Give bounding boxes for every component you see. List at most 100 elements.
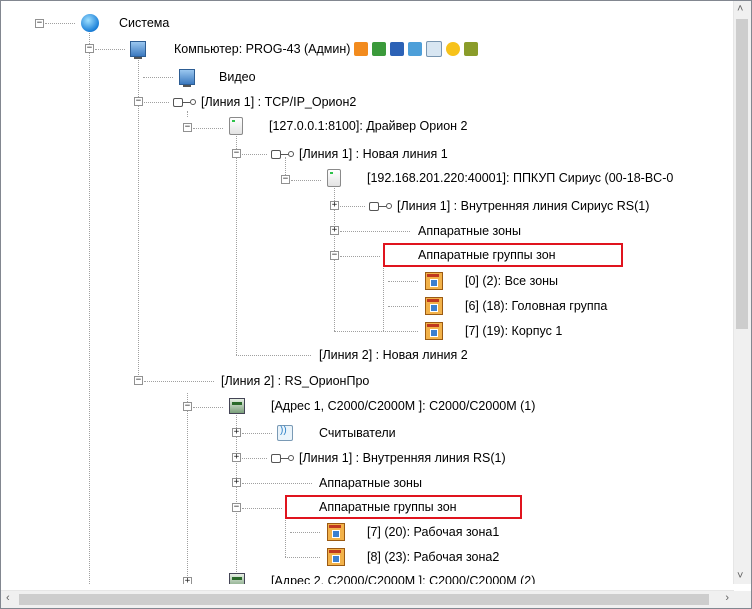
tree-connector <box>236 355 311 356</box>
node-label: [Линия 1] : TCP/IP_Орион2 <box>201 95 357 109</box>
node-label: Аппаратные зоны <box>319 476 422 490</box>
expand-toggle[interactable]: + <box>232 478 241 487</box>
tree-connector <box>236 131 237 355</box>
collapse-toggle[interactable]: − <box>183 123 192 132</box>
tree-node-hw-zones[interactable]: Аппаратные зоны <box>319 472 422 494</box>
tree-connector <box>340 231 410 232</box>
video-icon <box>179 69 195 87</box>
tree-connector <box>334 331 418 332</box>
scroll-right-arrow-icon[interactable]: › <box>725 592 729 604</box>
tree-connector <box>388 306 418 307</box>
node-label: [Линия 1] : Внутренняя линия RS(1) <box>299 451 506 465</box>
collapse-toggle[interactable]: − <box>232 149 241 158</box>
device-icon <box>229 117 243 135</box>
expand-toggle[interactable]: + <box>183 577 192 584</box>
tree-connector <box>193 128 223 129</box>
tree-node-hw-zone-groups[interactable]: Аппаратные группы зон <box>418 244 556 266</box>
zone-group-icon <box>425 272 443 290</box>
tree-connector <box>242 154 267 155</box>
monitor-tool-icon[interactable] <box>390 42 405 56</box>
collapse-toggle[interactable]: − <box>35 19 44 28</box>
hardware-tool-icon[interactable] <box>372 42 387 56</box>
scroll-up-arrow-icon[interactable]: ˄ <box>737 3 743 15</box>
globe-icon <box>81 14 99 32</box>
zone-group-icon <box>425 322 443 340</box>
tree-connector <box>193 407 223 408</box>
line-icon <box>173 97 196 107</box>
computer-icon <box>130 41 146 59</box>
tree-node-hw-zones[interactable]: Аппаратные зоны <box>418 220 521 242</box>
scroll-down-arrow-icon[interactable]: ˅ <box>737 570 743 582</box>
tree-connector <box>285 515 286 557</box>
document-tool-icon[interactable] <box>408 42 423 56</box>
tree-node-c2000-2[interactable]: [Адрес 2, С2000/С2000М ]: С2000/С2000М (… <box>229 570 535 584</box>
node-label: [6] (18): Головная группа <box>465 299 608 313</box>
control-panel-icon <box>229 573 245 584</box>
tree-node-video[interactable]: Видео <box>179 66 256 88</box>
line-icon <box>271 149 294 159</box>
collapse-toggle[interactable]: − <box>134 97 143 106</box>
tree-node-zone[interactable]: [7] (20): Рабочая зона1 <box>327 521 499 543</box>
horizontal-scroll-thumb[interactable] <box>19 594 709 605</box>
tree-node-c2000-1[interactable]: [Адрес 1, С2000/С2000М ]: С2000/С2000М (… <box>229 395 535 417</box>
tree-view[interactable]: − Система − Компьютер: PROG-43 (Админ) В… <box>1 1 734 584</box>
tree-node-ppkup-sirius[interactable]: [192.168.201.220:40001]: ППКУП Сириус (0… <box>327 167 673 189</box>
node-label: [Линия 1] : Новая линия 1 <box>299 147 448 161</box>
arrow-tool-icon[interactable] <box>354 42 369 56</box>
collapse-toggle[interactable]: − <box>232 503 241 512</box>
page-tool-icon[interactable] <box>426 41 443 57</box>
node-label: Аппаратные группы зон <box>418 248 556 262</box>
collapse-toggle[interactable]: − <box>85 44 94 53</box>
tree-connector <box>187 393 188 584</box>
line-icon <box>271 453 294 463</box>
collapse-toggle[interactable]: − <box>134 376 143 385</box>
cash-tool-icon[interactable] <box>464 42 479 56</box>
node-label: [192.168.201.220:40001]: ППКУП Сириус (0… <box>367 171 674 185</box>
tree-node-inner-line-rs[interactable]: [Линия 1] : Внутренняя линия RS(1) <box>271 447 506 469</box>
tree-node-zone-group[interactable]: [7] (19): Корпус 1 <box>425 320 562 342</box>
tree-node-zone-group[interactable]: [6] (18): Головная группа <box>425 295 607 317</box>
vertical-scrollbar[interactable]: ˄ ˅ <box>733 1 751 584</box>
tree-connector <box>383 263 384 331</box>
node-label: Компьютер: PROG-43 (Админ) <box>174 42 351 56</box>
expand-toggle[interactable]: + <box>232 453 241 462</box>
control-panel-icon <box>229 398 245 414</box>
zone-group-icon <box>327 548 345 566</box>
tree-node-line1-tcpip[interactable]: [Линия 1] : TCP/IP_Орион2 <box>173 91 356 113</box>
tree-connector <box>144 381 214 382</box>
node-label: [Линия 1] : Внутренняя линия Сириус RS(1… <box>397 199 650 213</box>
tree-connector <box>144 102 169 103</box>
tree-node-inner-line-sirius[interactable]: [Линия 1] : Внутренняя линия Сириус RS(1… <box>369 195 649 217</box>
vertical-scroll-thumb[interactable] <box>736 19 748 329</box>
scroll-left-arrow-icon[interactable]: ‹ <box>6 592 10 604</box>
tree-node-line2-rs-orionpro[interactable]: [Линия 2] : RS_ОрионПро <box>221 370 369 392</box>
collapse-toggle[interactable]: − <box>183 402 192 411</box>
tree-node-zone[interactable]: [8] (23): Рабочая зона2 <box>327 546 499 568</box>
node-label: [8] (23): Рабочая зона2 <box>367 550 500 564</box>
node-label: [7] (19): Корпус 1 <box>465 324 563 338</box>
collapse-toggle[interactable]: − <box>281 175 290 184</box>
collapse-toggle[interactable]: − <box>330 251 339 260</box>
tree-node-computer[interactable]: Компьютер: PROG-43 (Админ) <box>130 38 479 60</box>
expand-toggle[interactable]: + <box>330 201 339 210</box>
expand-toggle[interactable]: + <box>330 226 339 235</box>
tree-node-system[interactable]: Система <box>81 12 169 34</box>
horizontal-scrollbar[interactable]: ‹ › <box>1 590 734 608</box>
tree-connector <box>45 23 75 24</box>
node-label: Аппаратные группы зон <box>319 500 457 514</box>
tree-node-hw-zone-groups[interactable]: Аппаратные группы зон <box>319 496 457 518</box>
tree-node-newline1[interactable]: [Линия 1] : Новая линия 1 <box>271 143 448 165</box>
node-label: Аппаратные зоны <box>418 224 521 238</box>
tree-connector <box>242 458 267 459</box>
scrollbar-corner <box>734 591 751 608</box>
expand-toggle[interactable]: + <box>232 428 241 437</box>
tree-node-newline2[interactable]: [Линия 2] : Новая линия 2 <box>319 344 468 366</box>
tree-node-readers[interactable]: Считыватели <box>277 422 396 444</box>
node-label: [Адрес 2, С2000/С2000М ]: С2000/С2000М (… <box>271 574 536 584</box>
tree-view-window: − Система − Компьютер: PROG-43 (Админ) В… <box>0 0 752 609</box>
tree-node-driver[interactable]: [127.0.0.1:8100]: Драйвер Орион 2 <box>229 115 467 137</box>
sun-tool-icon[interactable] <box>446 42 461 56</box>
tree-connector <box>291 180 321 181</box>
tree-node-zone-group[interactable]: [0] (2): Все зоны <box>425 270 558 292</box>
node-label: Считыватели <box>319 426 396 440</box>
